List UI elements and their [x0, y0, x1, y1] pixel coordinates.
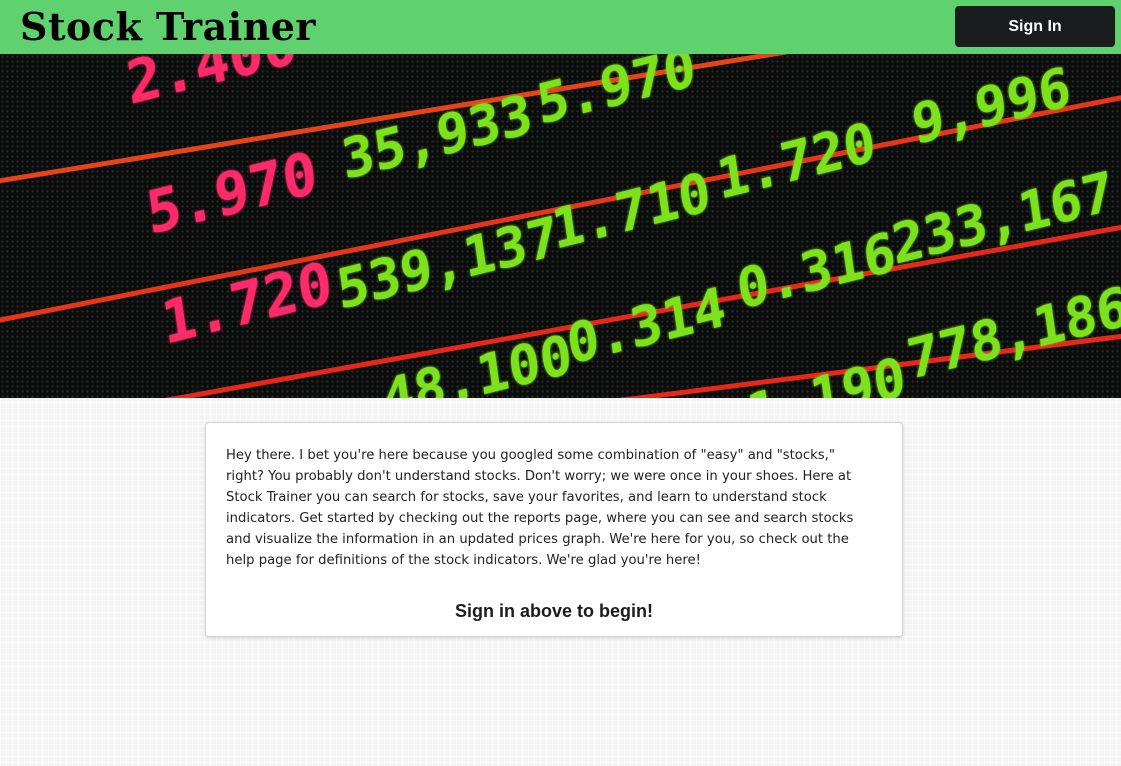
intro-card: Hey there. I bet you're here because you… [205, 422, 903, 637]
sign-in-prompt: Sign in above to begin! [455, 601, 653, 621]
stock-board-graphic: 2.400 5.970 1.720 5.970 9,996 35,933 1.7… [0, 54, 1121, 398]
brand-logo[interactable]: Stock Trainer [20, 3, 316, 51]
intro-text: Hey there. I bet you're here because you… [226, 448, 854, 568]
hero-stock-board-image: 2.400 5.970 1.720 5.970 9,996 35,933 1.7… [0, 54, 1121, 398]
sign-in-button[interactable]: Sign In [955, 6, 1115, 47]
top-navbar: Stock Trainer Sign In [0, 0, 1121, 54]
